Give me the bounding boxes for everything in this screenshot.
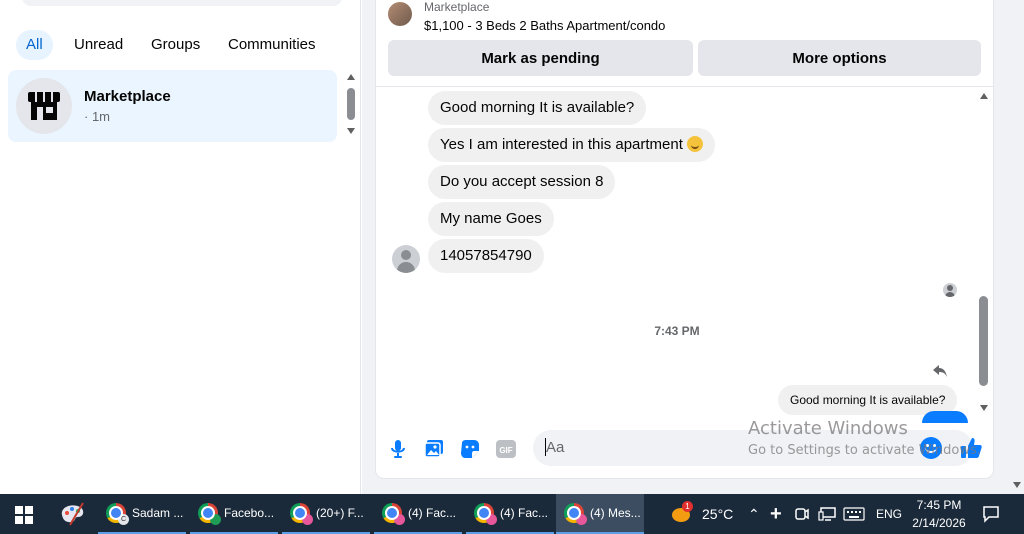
windows-start-icon[interactable] [15,506,33,524]
svg-text:GIF: GIF [499,446,512,455]
profile-badge [576,514,587,525]
conversation-name: Marketplace [84,88,171,105]
profile-badge [486,514,497,525]
taskbar-app-chrome[interactable]: C Sadam ... [98,494,186,534]
chrome-icon [564,503,587,525]
system-clock[interactable]: 7:45 PM 2/14/2026 [906,496,972,532]
profile-badge [302,514,313,525]
taskbar-app-chrome[interactable]: (20+) F... [282,494,370,534]
chrome-icon [474,503,497,525]
search-bar[interactable] [22,0,342,6]
taskbar-app-label: (4) Fac... [408,506,457,520]
input-language[interactable]: ENG [876,494,902,534]
weather-alert-badge: 1 [682,501,693,512]
temperature: 25°C [702,506,734,522]
mark-as-pending-button[interactable]: Mark as pending [388,40,693,76]
message-bubble[interactable]: My name Goes [428,202,554,236]
sticker-icon[interactable] [459,438,481,460]
scroll-up-icon[interactable] [980,93,988,99]
filter-communities[interactable]: Communities [218,30,326,60]
network-icon[interactable] [818,506,836,522]
message-text: Yes I am interested in this apartment [440,136,683,153]
outgoing-message-bubble[interactable] [922,411,968,423]
chrome-icon [382,503,405,525]
listing-thumbnail[interactable] [388,2,412,26]
filter-all[interactable]: All [16,30,53,60]
clock-time: 7:45 PM [916,498,962,512]
chat-list-panel: All Unread Groups Communities Marketplac… [0,0,361,494]
filter-groups[interactable]: Groups [141,30,210,60]
message-bubble[interactable]: Good morning It is available? [428,91,647,125]
filter-unread[interactable]: Unread [64,30,133,60]
marketplace-avatar [16,78,72,134]
page-scroll-down-icon[interactable] [1013,482,1021,488]
clock-date: 2/14/2026 [912,516,966,530]
seen-avatar-body [945,292,955,297]
taskbar-app-label: Sadam ... [132,506,184,520]
message-bubble[interactable]: 14057854790 [428,239,544,273]
message-text: 14057854790 [440,247,532,264]
message-bubble[interactable]: Do you accept session 8 [428,165,616,199]
scroll-down-icon[interactable] [347,128,355,134]
scroll-down-icon[interactable] [980,405,988,411]
paint-app-icon[interactable] [58,501,86,527]
chrome-icon [198,503,221,525]
listing-title[interactable]: $1,100 - 3 Beds 2 Baths Apartment/condo [424,18,665,33]
profile-badge: C [118,514,129,525]
conversation-item-marketplace[interactable]: Marketplace · 1m [8,70,337,142]
message-timestamp: 7:43 PM [654,324,700,338]
message-text: Good morning It is available? [440,99,635,116]
taskbar-app-label: (20+) F... [316,506,364,520]
activate-windows-subtitle: Go to Settings to activate Windows. [748,443,981,458]
taskbar-app-label: (4) Fac... [500,506,549,520]
smiling-face-emoji-icon [686,136,703,152]
profile-badge [210,514,221,525]
header-divider [376,86,993,87]
taskbar-app-chrome[interactable]: Facebo... [190,494,278,534]
message-text: My name Goes [440,210,542,227]
taskbar-app-label: (4) Mes... [590,506,641,520]
notifications-icon[interactable] [982,505,1000,523]
chrome-icon: C [106,503,129,525]
keyboard-icon[interactable] [843,507,865,521]
sender-avatar[interactable] [392,245,420,273]
chat-list-scrollbar[interactable] [346,74,356,138]
activate-windows-title: Activate Windows [748,418,908,439]
scroll-up-icon[interactable] [347,74,355,80]
chat-panel: Marketplace $1,100 - 3 Beds 2 Baths Apar… [376,0,993,478]
taskbar-app-chrome-active[interactable]: (4) Mes... [556,494,644,534]
listing-source: Marketplace [424,0,490,14]
gallery-icon[interactable] [423,438,445,460]
weather-widget[interactable]: 1 25°C [670,494,733,534]
windows-taskbar: C Sadam ... Facebo... (20+) F... (4) Fac.… [0,494,1024,534]
more-options-button[interactable]: More options [698,40,981,76]
message-placeholder: Aa [546,439,565,456]
profile-badge [394,514,405,525]
taskbar-app-label: Facebo... [224,506,275,520]
conversation-time: · 1m [84,109,110,124]
show-hidden-icons-chevron-icon[interactable]: ⌃ [748,494,760,534]
weather-icon: 1 [670,501,694,524]
gif-icon[interactable]: GIF [495,438,517,460]
storefront-icon [28,92,60,120]
reply-icon[interactable] [932,364,948,378]
scroll-thumb[interactable] [979,296,988,386]
seen-indicator-avatar [943,283,957,297]
microphone-icon[interactable] [387,438,409,460]
message-text: Do you accept session 8 [440,173,604,190]
meet-now-camera-icon[interactable] [795,506,809,522]
message-bubble[interactable]: Yes I am interested in this apartment [428,128,715,162]
plus-icon[interactable]: + [770,494,782,534]
seen-avatar-head [947,285,953,291]
chrome-icon [290,503,313,525]
taskbar-app-chrome[interactable]: (4) Fac... [374,494,462,534]
scroll-thumb[interactable] [347,88,355,120]
taskbar-app-chrome[interactable]: (4) Fac... [466,494,554,534]
